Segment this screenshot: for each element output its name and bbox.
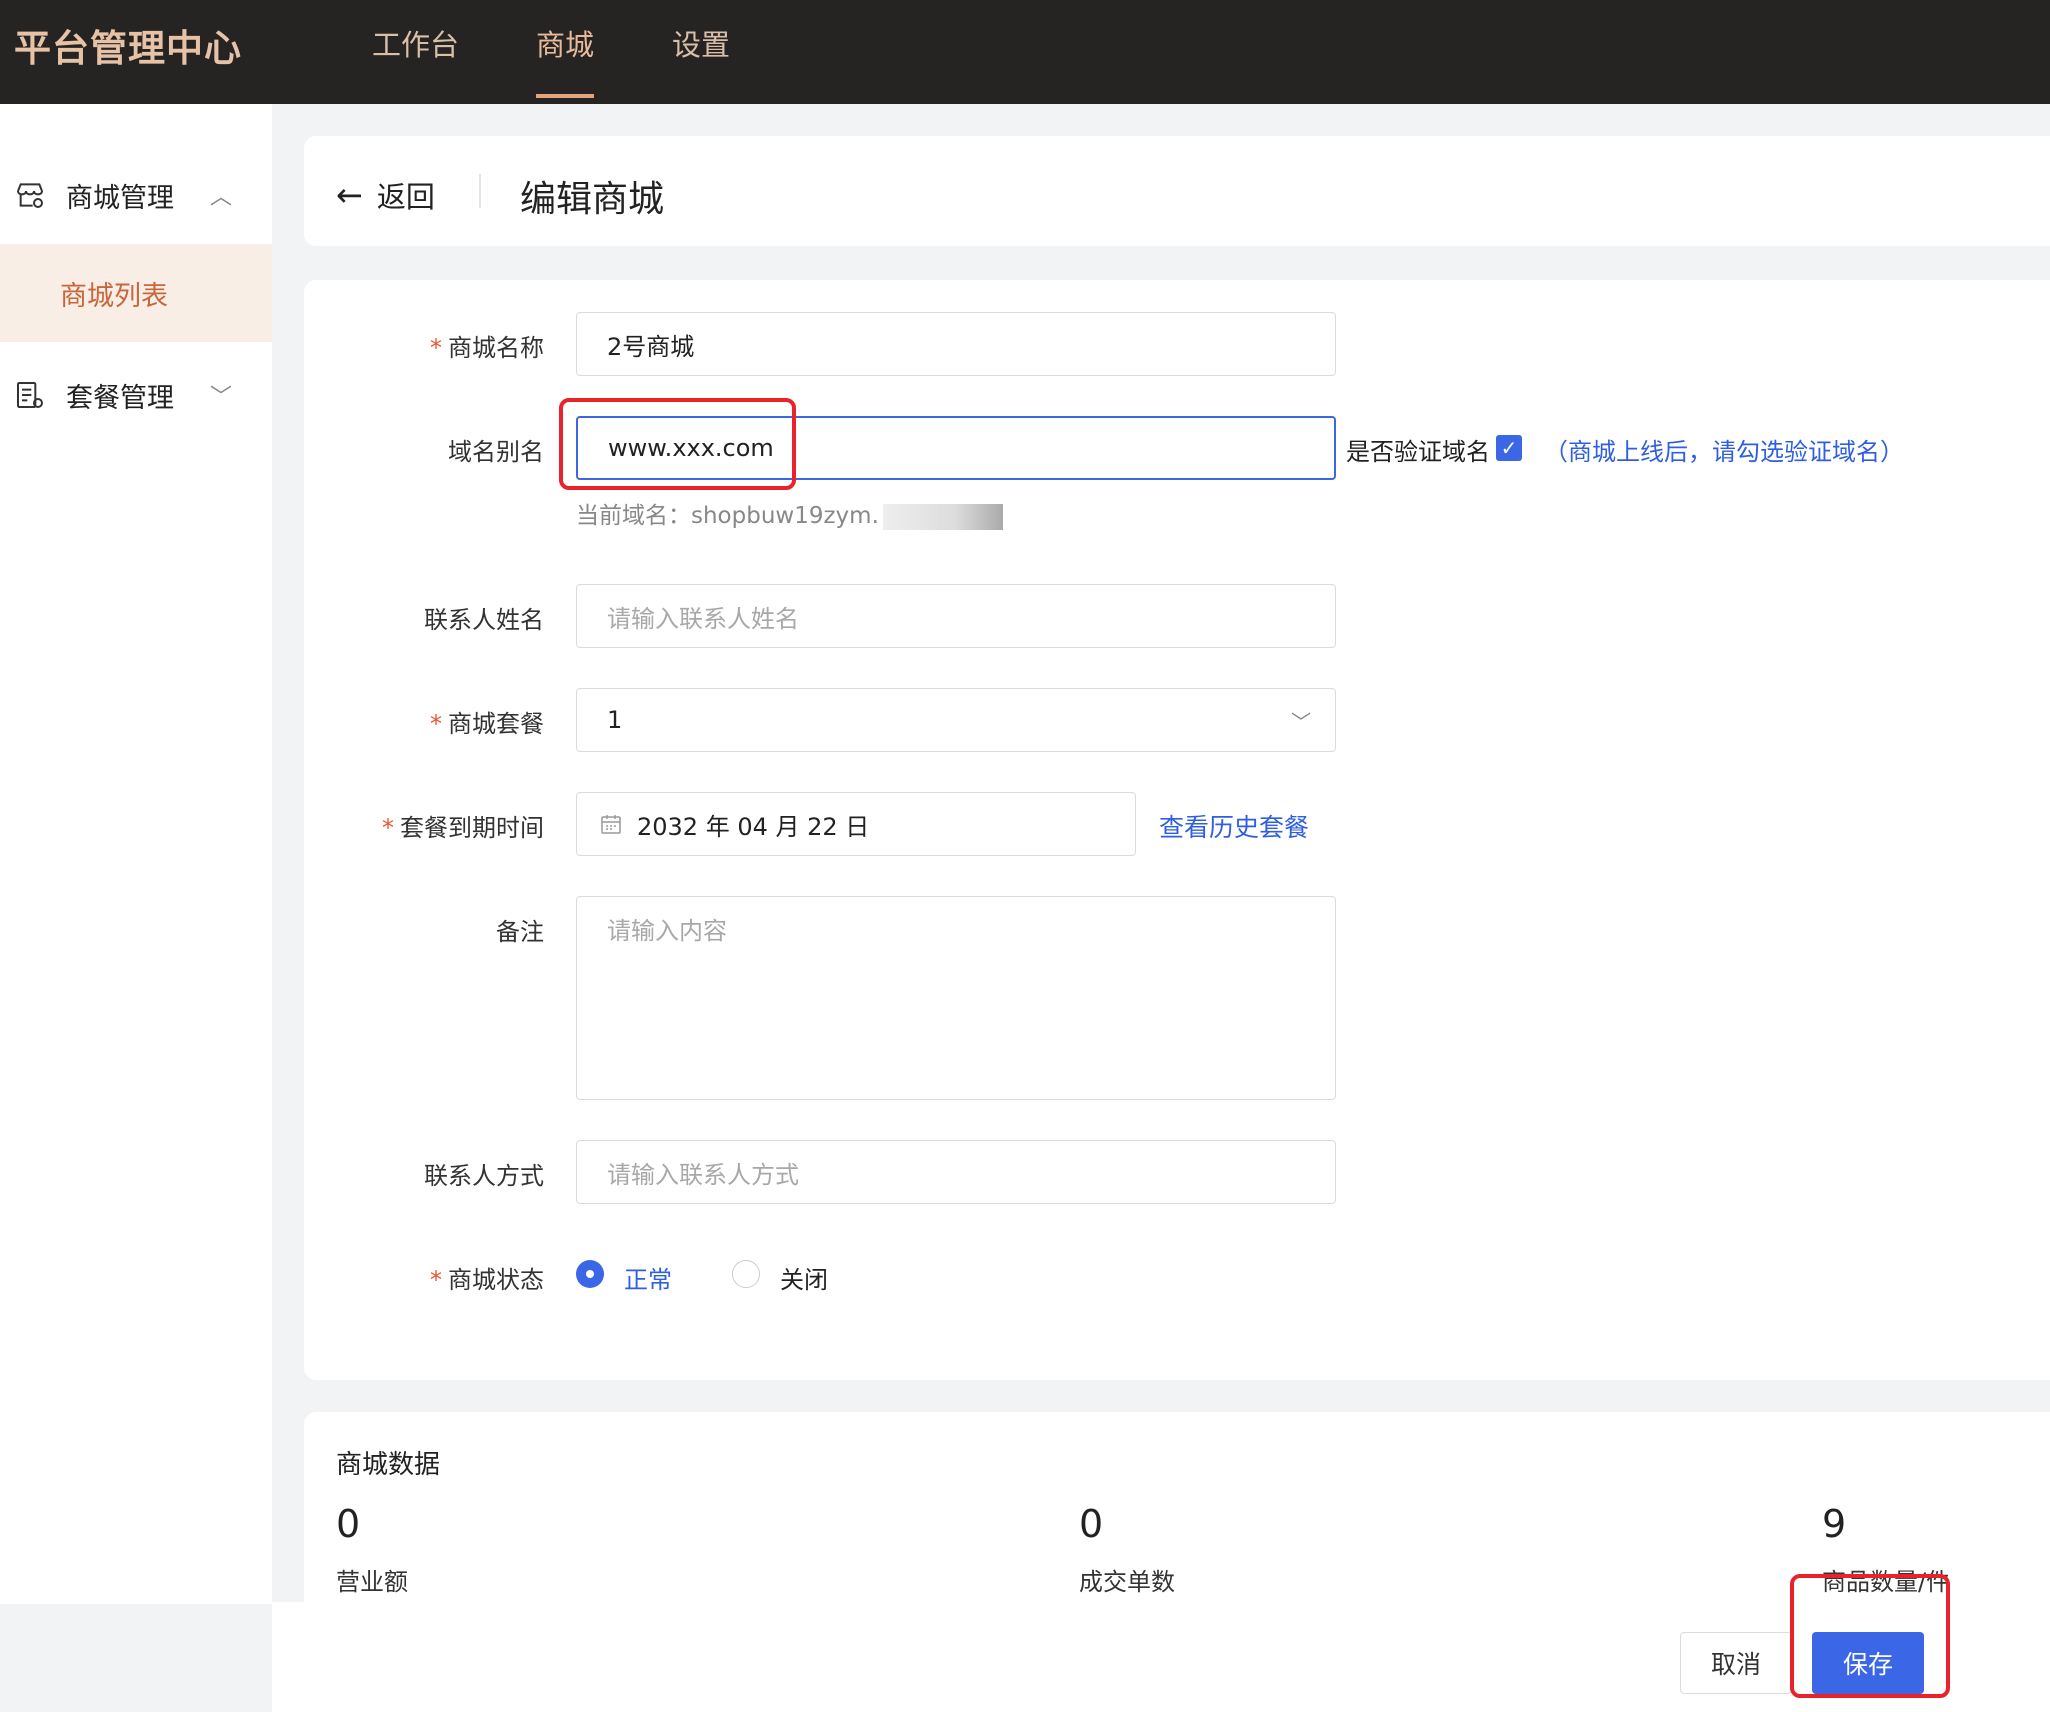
stats-title: 商城数据 <box>336 1450 441 1480</box>
sidebar-item-label: 商城列表 <box>60 280 168 312</box>
label-text: 商城套餐 <box>448 710 544 738</box>
arrow-left-icon: ← <box>336 176 363 214</box>
nav-label: 工作台 <box>372 28 460 62</box>
textarea-placeholder: 请输入内容 <box>607 917 727 945</box>
select-value: 1 <box>607 706 623 734</box>
input-value: 2号商城 <box>607 332 695 361</box>
mall-package-select[interactable]: 1 ﹀ <box>576 688 1336 752</box>
page-header: ← 返回 编辑商城 <box>304 136 2050 246</box>
mall-status-label: * 商城状态 <box>304 1260 544 1295</box>
mall-name-input[interactable]: 2号商城 <box>576 312 1336 376</box>
date-value: 2032 年 04 月 22 日 <box>637 812 870 841</box>
label-text: 商城状态 <box>448 1266 544 1294</box>
store-icon <box>17 183 43 208</box>
stat-products-value: 9 <box>1822 1502 1847 1546</box>
label-text: 商城名称 <box>448 334 544 362</box>
required-mark: * <box>430 1266 442 1294</box>
label-text: 联系人方式 <box>424 1162 544 1190</box>
domain-alias-label: 域名别名 <box>304 432 544 467</box>
expiry-label: * 套餐到期时间 <box>304 808 544 843</box>
sidebar-group-label: 商城管理 <box>66 182 174 214</box>
required-mark: * <box>382 814 394 842</box>
current-domain-hint: 当前域名：shopbuw19zym. <box>576 496 1003 530</box>
sidebar-group-mall-management[interactable]: 商城管理 ︿ <box>0 146 272 244</box>
hint-text: 当前域名：shopbuw19zym. <box>576 503 879 529</box>
redacted-text <box>882 503 1003 530</box>
page-title: 编辑商城 <box>520 179 665 220</box>
nav-label: 商城 <box>536 28 595 62</box>
label-text: 域名别名 <box>448 438 544 466</box>
divider <box>479 174 481 208</box>
stat-orders-label: 成交单数 <box>1079 1568 1175 1596</box>
sidebar: 商城管理 ︿ 商城列表 套餐管理 ﹀ <box>0 104 272 1604</box>
contact-method-input[interactable]: 请输入联系人方式 <box>576 1140 1336 1204</box>
back-button[interactable]: ← 返回 <box>336 174 435 216</box>
mall-package-label: * 商城套餐 <box>304 704 544 739</box>
contact-method-label: 联系人方式 <box>304 1156 544 1191</box>
contact-name-label: 联系人姓名 <box>304 600 544 635</box>
domain-input-highlight <box>559 398 796 490</box>
footer-action-bar: 取消 保存 <box>272 1602 2050 1712</box>
view-history-packages-link[interactable]: 查看历史套餐 <box>1159 808 1309 844</box>
mall-name-label: * 商城名称 <box>304 328 544 363</box>
stat-revenue-value: 0 <box>336 1502 361 1546</box>
required-mark: * <box>430 710 442 738</box>
stat-orders-value: 0 <box>1079 1502 1104 1546</box>
package-icon <box>17 382 43 408</box>
contact-name-input[interactable]: 请输入联系人姓名 <box>576 584 1336 648</box>
nav-item-settings[interactable]: 设置 <box>672 22 730 98</box>
expiry-date-picker[interactable]: 2032 年 04 月 22 日 <box>576 792 1136 856</box>
chevron-down-icon: ﹀ <box>209 385 232 410</box>
app-title: 平台管理中心 <box>14 27 242 70</box>
required-mark: * <box>430 334 442 362</box>
chevron-down-icon: ﹀ <box>1291 709 1311 734</box>
status-normal-label[interactable]: 正常 <box>624 1260 672 1295</box>
top-bar: 平台管理中心 工作台 商城 设置 <box>0 0 2050 104</box>
status-closed-label[interactable]: 关闭 <box>780 1260 828 1295</box>
label-text: 备注 <box>496 918 544 946</box>
back-label: 返回 <box>376 180 435 214</box>
sidebar-group-package-management[interactable]: 套餐管理 ﹀ <box>0 346 272 444</box>
nav-item-workbench[interactable]: 工作台 <box>372 22 459 98</box>
remark-label: 备注 <box>304 912 544 947</box>
stat-revenue-label: 营业额 <box>336 1568 408 1596</box>
verify-domain-label: 是否验证域名 <box>1346 438 1490 466</box>
label-text: 套餐到期时间 <box>400 814 544 842</box>
sidebar-item-mall-list[interactable]: 商城列表 <box>0 244 272 342</box>
label-text: 联系人姓名 <box>424 606 544 634</box>
chevron-up-icon: ︿ <box>209 185 232 210</box>
calendar-icon <box>601 815 621 834</box>
verify-domain-note: （商城上线后，请勾选验证域名） <box>1544 438 1904 466</box>
remark-textarea[interactable]: 请输入内容 <box>576 896 1336 1100</box>
input-placeholder: 请输入联系人方式 <box>607 1160 799 1189</box>
nav-active-indicator <box>536 94 595 98</box>
verify-domain-checkbox[interactable]: ✓ <box>1496 435 1522 461</box>
nav-label: 设置 <box>672 28 731 62</box>
cancel-button[interactable]: 取消 <box>1680 1632 1792 1694</box>
status-closed-radio[interactable] <box>732 1260 760 1288</box>
status-normal-radio[interactable] <box>576 1260 604 1288</box>
input-placeholder: 请输入联系人姓名 <box>607 604 799 633</box>
check-icon: ✓ <box>1500 436 1518 460</box>
save-button-highlight <box>1790 1574 1950 1698</box>
sidebar-group-label: 套餐管理 <box>66 382 174 414</box>
nav-item-mall[interactable]: 商城 <box>536 22 595 98</box>
